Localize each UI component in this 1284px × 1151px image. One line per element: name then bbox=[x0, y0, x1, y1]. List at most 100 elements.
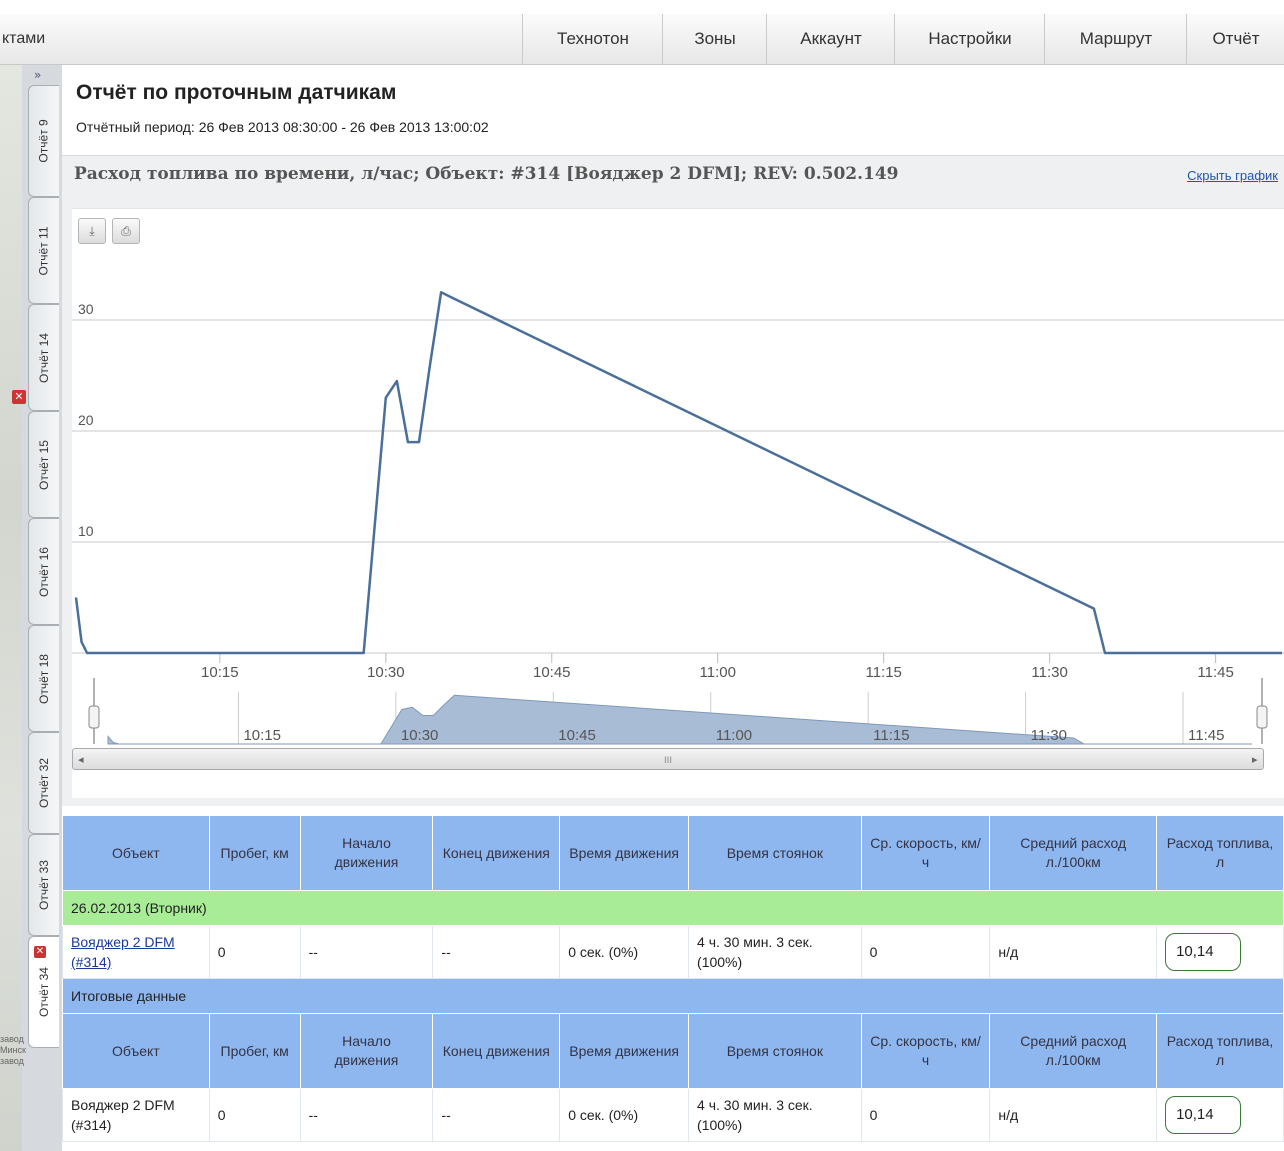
nav-tab-report[interactable]: Отчёт bbox=[1186, 14, 1284, 64]
header-start: Начало движения bbox=[299, 815, 434, 891]
tab-report-16[interactable]: Отчёт 16 bbox=[28, 518, 59, 625]
tab-label: Отчёт 34 bbox=[37, 967, 51, 1017]
cell-fuel: 10,14 bbox=[1156, 925, 1284, 979]
chart-title: Расход топлива по времени, л/час; Объект… bbox=[74, 164, 899, 184]
fuel-value: 10,14 bbox=[1165, 933, 1241, 971]
table-row: Вояджер 2 DFM (#314) 0 -- -- 0 сек. (0%)… bbox=[62, 925, 1284, 979]
header-avg-speed: Ср. скорость, км/ч bbox=[860, 1013, 991, 1089]
header-avg-speed: Ср. скорость, км/ч bbox=[860, 815, 991, 891]
cell-avg-consumption: н/д bbox=[989, 925, 1158, 979]
nav-tab-zones[interactable]: Зоны bbox=[662, 14, 767, 64]
top-navigation-bar: ктами Технотон Зоны Аккаунт Настройки Ма… bbox=[0, 14, 1284, 65]
cell-mileage: 0 bbox=[208, 1088, 301, 1142]
tab-report-33[interactable]: Отчёт 33 bbox=[28, 834, 59, 936]
header-end: Конец движения bbox=[432, 815, 561, 891]
header-mileage: Пробег, км bbox=[208, 1013, 301, 1089]
cell-start: -- bbox=[299, 925, 434, 979]
x-tick-label: 11:30 bbox=[1031, 664, 1067, 681]
tab-label: Отчёт 16 bbox=[37, 546, 51, 597]
summary-label-row: Итоговые данные bbox=[62, 978, 1284, 1014]
report-period: Отчётный период: 26 Фев 2013 08:30:00 - … bbox=[76, 119, 489, 135]
map-label: Минск bbox=[0, 1045, 26, 1055]
cell-end: -- bbox=[432, 925, 561, 979]
header-end: Конец движения bbox=[432, 1013, 561, 1089]
tab-report-15[interactable]: Отчёт 15 bbox=[28, 411, 59, 518]
tab-label: Отчёт 9 bbox=[37, 119, 52, 163]
tab-report-18[interactable]: Отчёт 18 bbox=[28, 625, 59, 732]
date-group-label: 26.02.2013 (Вторник) bbox=[62, 890, 1284, 926]
header-fuel: Расход топлива, л bbox=[1156, 1013, 1284, 1089]
map-label: завод bbox=[0, 1056, 24, 1066]
cell-avg-speed: 0 bbox=[860, 1088, 991, 1142]
cell-end: -- bbox=[432, 1088, 561, 1142]
table-header-row: Объект Пробег, км Начало движения Конец … bbox=[62, 1013, 1284, 1089]
report-title: Отчёт по проточным датчикам bbox=[76, 81, 397, 104]
tab-report-14[interactable]: Отчёт 14 bbox=[28, 304, 59, 411]
cell-avg-speed: 0 bbox=[860, 925, 991, 979]
header-avg-consumption: Средний расход л./100км bbox=[989, 815, 1158, 891]
cell-mileage: 0 bbox=[208, 925, 301, 979]
header-mileage: Пробег, км bbox=[208, 815, 301, 891]
header-object: Объект bbox=[62, 1013, 210, 1089]
summary-table: Объект Пробег, км Начало движения Конец … bbox=[62, 815, 1284, 1142]
tab-label: Отчёт 14 bbox=[37, 332, 51, 383]
x-tick-label: 10:15 bbox=[201, 664, 239, 681]
expand-icon[interactable]: » bbox=[34, 68, 41, 82]
nav-tab-account[interactable]: Аккаунт bbox=[766, 14, 895, 64]
cell-object: Вояджер 2 DFM (#314) bbox=[62, 1088, 210, 1142]
nav-tab-route[interactable]: Маршрут bbox=[1044, 14, 1187, 64]
tab-label: Отчёт 33 bbox=[37, 860, 51, 910]
cell-move-time: 0 сек. (0%) bbox=[559, 925, 690, 979]
x-tick-label: 10:30 bbox=[367, 664, 405, 681]
summary-label: Итоговые данные bbox=[62, 978, 1284, 1014]
tab-label: Отчёт 15 bbox=[37, 439, 51, 490]
nav-tab-settings[interactable]: Настройки bbox=[894, 14, 1045, 64]
close-tab-icon[interactable]: ✕ bbox=[34, 946, 46, 958]
y-tick-label: 20 bbox=[78, 412, 94, 428]
header-stop-time: Время стоянок bbox=[688, 815, 862, 891]
tab-report-32[interactable]: Отчёт 32 bbox=[28, 732, 59, 834]
cell-stop-time: 4 ч. 30 мин. 3 сек. (100%) bbox=[688, 925, 862, 979]
header-start: Начало движения bbox=[299, 1013, 434, 1089]
header-fuel: Расход топлива, л bbox=[1156, 815, 1284, 891]
fuel-value: 10,14 bbox=[1165, 1096, 1241, 1134]
chart-header: Расход топлива по времени, л/час; Объект… bbox=[62, 155, 1284, 197]
table-header-row: Объект Пробег, км Начало движения Конец … bbox=[62, 815, 1284, 891]
object-link[interactable]: Вояджер 2 DFM (#314) bbox=[71, 934, 175, 970]
chart-panel: ⤓ ⎙ 10 20 30 10:15 10:30 10:45 11:00 11:15 11:30… bbox=[62, 196, 1284, 806]
x-tick-label: 11:45 bbox=[1197, 664, 1233, 681]
report-tabs-sidebar: » Отчёт 9 Отчёт 11 Отчёт 14 ✕ Отчёт 15 О… bbox=[0, 65, 62, 1151]
tab-report-9[interactable]: Отчёт 9 bbox=[28, 85, 59, 197]
header-object: Объект bbox=[62, 815, 210, 891]
cut-top-strip bbox=[0, 0, 1284, 14]
cell-object[interactable]: Вояджер 2 DFM (#314) bbox=[62, 925, 210, 979]
tab-label: Отчёт 11 bbox=[37, 225, 52, 276]
header-avg-consumption: Средний расход л./100км bbox=[989, 1013, 1158, 1089]
hide-chart-link[interactable]: Скрыть график bbox=[1187, 168, 1278, 183]
x-tick-label: 10:45 bbox=[533, 664, 571, 681]
tab-label: Отчёт 18 bbox=[37, 653, 51, 704]
x-tick-label: 11:00 bbox=[700, 664, 736, 681]
cell-start: -- bbox=[299, 1088, 434, 1142]
header-move-time: Время движения bbox=[559, 815, 690, 891]
chart-scrollbar[interactable] bbox=[72, 748, 1264, 770]
map-label: завод bbox=[0, 1034, 24, 1044]
cell-fuel: 10,14 bbox=[1156, 1088, 1284, 1142]
fuel-consumption-line bbox=[74, 291, 1282, 655]
date-group-row: 26.02.2013 (Вторник) bbox=[62, 890, 1284, 926]
cell-move-time: 0 сек. (0%) bbox=[559, 1088, 690, 1142]
tab-report-11[interactable]: Отчёт 11 bbox=[28, 197, 59, 304]
chart-container: ⤓ ⎙ 10 20 30 10:15 10:30 10:45 11:00 11:15 11:30… bbox=[72, 208, 1284, 798]
table-row: Вояджер 2 DFM (#314) 0 -- -- 0 сек. (0%)… bbox=[62, 1088, 1284, 1142]
cell-stop-time: 4 ч. 30 мин. 3 сек. (100%) bbox=[688, 1088, 862, 1142]
y-tick-label: 10 bbox=[78, 523, 94, 539]
y-tick-label: 30 bbox=[78, 301, 94, 317]
topbar-left-label[interactable]: ктами bbox=[2, 30, 45, 48]
report-content: Отчёт по проточным датчикам Отчётный пер… bbox=[62, 65, 1284, 1151]
close-icon[interactable]: ✕ bbox=[12, 390, 26, 404]
header-stop-time: Время стоянок bbox=[688, 1013, 862, 1089]
tab-label: Отчёт 32 bbox=[37, 758, 51, 808]
x-tick-label: 11:15 bbox=[865, 664, 901, 681]
cell-avg-consumption: н/д bbox=[989, 1088, 1158, 1142]
nav-tab-technoton[interactable]: Технотон bbox=[522, 14, 663, 64]
